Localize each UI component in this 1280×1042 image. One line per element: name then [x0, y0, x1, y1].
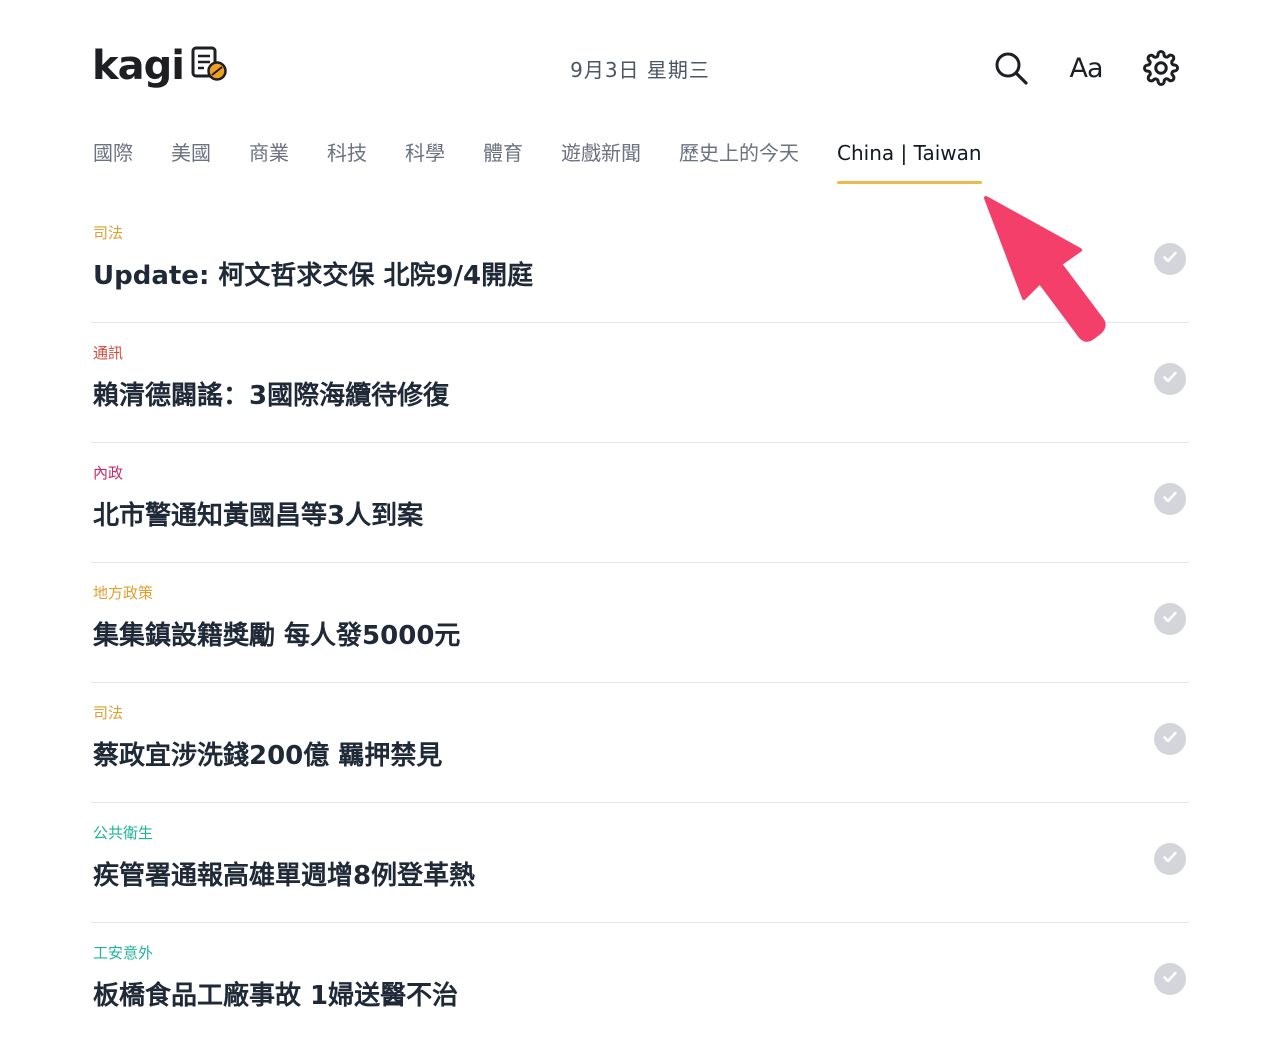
story-title[interactable]: Update: 柯文哲求交保 北院9/4開庭	[93, 258, 533, 294]
font-size-icon: Aa	[1069, 52, 1103, 84]
gear-icon	[1143, 50, 1179, 86]
story-item[interactable]: 司法 蔡政宜涉洗錢200億 羈押禁見	[92, 683, 1188, 803]
tab-science[interactable]: 科學	[405, 138, 445, 184]
story-title[interactable]: 賴清德闢謠：3國際海纜待修復	[93, 378, 449, 414]
tab-today-in-history[interactable]: 歷史上的今天	[679, 138, 799, 184]
mark-read-button[interactable]	[1154, 483, 1186, 515]
story-category: 工安意外	[93, 944, 154, 962]
story-category: 通訊	[93, 344, 124, 362]
tab-china-taiwan[interactable]: China | Taiwan	[837, 138, 982, 184]
story-title[interactable]: 板橋食品工廠事故 1婦送醫不治	[93, 978, 458, 1014]
story-item[interactable]: 公共衛生 疾管署通報高雄單週增8例登革熱	[92, 803, 1188, 923]
search-button[interactable]	[991, 48, 1031, 88]
story-category: 公共衛生	[93, 824, 154, 842]
story-item[interactable]: 司法 Update: 柯文哲求交保 北院9/4開庭	[92, 203, 1188, 323]
check-icon	[1161, 968, 1179, 990]
story-title[interactable]: 疾管署通報高雄單週增8例登革熱	[93, 858, 475, 894]
check-icon	[1161, 368, 1179, 390]
mark-read-button[interactable]	[1154, 723, 1186, 755]
check-icon	[1161, 608, 1179, 630]
story-category: 司法	[93, 224, 124, 242]
category-tabs: 國際 美國 商業 科技 科學 體育 遊戲新聞 歷史上的今天 China | Ta…	[93, 138, 1020, 188]
mark-read-button[interactable]	[1154, 603, 1186, 635]
tab-gaming-news[interactable]: 遊戲新聞	[561, 138, 641, 184]
tab-sports[interactable]: 體育	[483, 138, 523, 184]
check-icon	[1161, 728, 1179, 750]
tab-usa[interactable]: 美國	[171, 138, 211, 184]
check-icon	[1161, 848, 1179, 870]
story-category: 內政	[93, 464, 124, 482]
tab-technology[interactable]: 科技	[327, 138, 367, 184]
header: kagi 9月3日 星期三 Aa	[0, 0, 1280, 130]
story-title[interactable]: 蔡政宜涉洗錢200億 羈押禁見	[93, 738, 442, 774]
mark-read-button[interactable]	[1154, 843, 1186, 875]
story-item[interactable]: 工安意外 板橋食品工廠事故 1婦送醫不治	[92, 923, 1188, 1042]
mark-read-button[interactable]	[1154, 363, 1186, 395]
story-category: 司法	[93, 704, 124, 722]
check-icon	[1161, 488, 1179, 510]
story-item[interactable]: 地方政策 集集鎮設籍獎勵 每人發5000元	[92, 563, 1188, 683]
mark-read-button[interactable]	[1154, 243, 1186, 275]
tab-business[interactable]: 商業	[249, 138, 289, 184]
story-title[interactable]: 集集鎮設籍獎勵 每人發5000元	[93, 618, 460, 654]
story-category: 地方政策	[93, 584, 154, 602]
mark-read-button[interactable]	[1154, 963, 1186, 995]
story-list: 司法 Update: 柯文哲求交保 北院9/4開庭 通訊 賴清德闢謠：3國際海纜…	[92, 203, 1188, 1042]
story-item[interactable]: 內政 北市警通知黃國昌等3人到案	[92, 443, 1188, 563]
tab-international[interactable]: 國際	[93, 138, 133, 184]
font-size-button[interactable]: Aa	[1066, 48, 1106, 88]
search-icon	[993, 50, 1029, 86]
story-title[interactable]: 北市警通知黃國昌等3人到案	[93, 498, 423, 534]
settings-button[interactable]	[1141, 48, 1181, 88]
story-item[interactable]: 通訊 賴清德闢謠：3國際海纜待修復	[92, 323, 1188, 443]
check-icon	[1161, 248, 1179, 270]
